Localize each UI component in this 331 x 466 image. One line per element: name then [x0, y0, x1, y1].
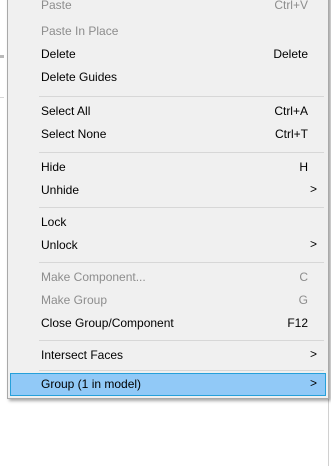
menu-item-intersect-faces[interactable]: Intersect Faces > [10, 344, 326, 367]
menu-item-shortcut: G [298, 293, 308, 307]
menu-item-unlock[interactable]: Unlock > [10, 234, 326, 257]
menu-item-make-component: Make Component... C [10, 266, 326, 289]
edit-context-menu: Paste Ctrl+V Paste In Place Delete Delet… [7, 0, 329, 399]
menu-item-shortcut: Ctrl+T [275, 127, 308, 141]
menu-item-unhide[interactable]: Unhide > [10, 179, 326, 202]
menu-item-hide[interactable]: Hide H [10, 156, 326, 179]
menu-item-shortcut: C [299, 270, 308, 284]
menu-item-label: Paste [41, 0, 72, 12]
chevron-right-icon: > [309, 237, 317, 251]
menu-item-label: Paste In Place [41, 24, 119, 38]
menu-item-group[interactable]: Group (1 in model) > [10, 373, 326, 396]
menu-item-label: Close Group/Component [41, 316, 174, 330]
menu-item-label: Hide [41, 160, 66, 174]
menu-item-delete-guides[interactable]: Delete Guides [10, 66, 326, 89]
menu-item-shortcut: H [299, 160, 308, 174]
menu-item-label: Make Component... [41, 270, 146, 284]
menu-item-shortcut: Ctrl+A [274, 104, 308, 118]
menu-item-lock[interactable]: Lock [10, 211, 326, 234]
menu-item-label: Select All [41, 104, 91, 118]
menu-item-label: Intersect Faces [41, 348, 124, 362]
menu-item-label: Group (1 in model) [41, 377, 142, 391]
background-edge-line [0, 97, 4, 98]
menu-item-label: Select None [41, 127, 107, 141]
menu-separator [39, 340, 324, 341]
screen: Paste Ctrl+V Paste In Place Delete Delet… [0, 0, 331, 466]
menu-item-label: Make Group [41, 293, 108, 307]
menu-item-shortcut: Delete [273, 47, 308, 61]
chevron-right-icon: > [309, 347, 317, 361]
menu-item-label: Lock [41, 215, 67, 229]
menu-separator [39, 96, 324, 97]
menu-item-label: Delete [41, 47, 76, 61]
background-edge-mark [0, 55, 4, 58]
menu-item-delete[interactable]: Delete Delete [10, 43, 326, 66]
menu-item-select-none[interactable]: Select None Ctrl+T [10, 123, 326, 146]
menu-item-label: Delete Guides [41, 70, 118, 84]
menu-separator [39, 370, 324, 371]
menu-item-label: Unlock [41, 238, 78, 252]
menu-item-paste-in-place: Paste In Place [10, 20, 326, 43]
menu-item-label: Unhide [41, 183, 80, 197]
menu-item-shortcut: F12 [287, 316, 308, 330]
menu-item-shortcut: Ctrl+V [274, 0, 308, 12]
menu-separator [39, 152, 324, 153]
menu-item-select-all[interactable]: Select All Ctrl+A [10, 100, 326, 123]
chevron-right-icon: > [309, 182, 317, 196]
menu-item-make-group: Make Group G [10, 289, 326, 312]
menu-separator [39, 262, 324, 263]
menu-item-paste: Paste Ctrl+V [10, 0, 326, 17]
menu-item-close-group-component[interactable]: Close Group/Component F12 [10, 312, 326, 335]
chevron-right-icon: > [309, 376, 317, 390]
menu-separator [39, 207, 324, 208]
